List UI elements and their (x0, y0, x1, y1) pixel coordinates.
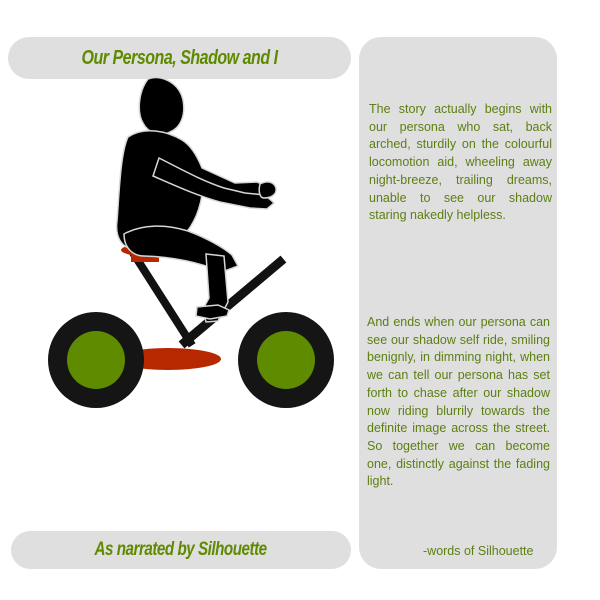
footer-banner: As narrated by Silhouette (11, 531, 351, 569)
rear-wheel-hub (67, 331, 125, 389)
page-title: Our Persona, Shadow and I (81, 46, 278, 69)
bike-rear-frame-bar (129, 250, 196, 348)
story-begin-paragraph: The story actually begins with our perso… (369, 102, 552, 223)
footer-title: As narrated by Silhouette (94, 539, 268, 560)
silhouette-on-bike-illustration (48, 76, 334, 408)
front-wheel-hub (257, 331, 315, 389)
signature-text: -words of Silhouette (423, 544, 534, 558)
story-end-paragraph: And ends when our persona can see our sh… (367, 315, 550, 489)
